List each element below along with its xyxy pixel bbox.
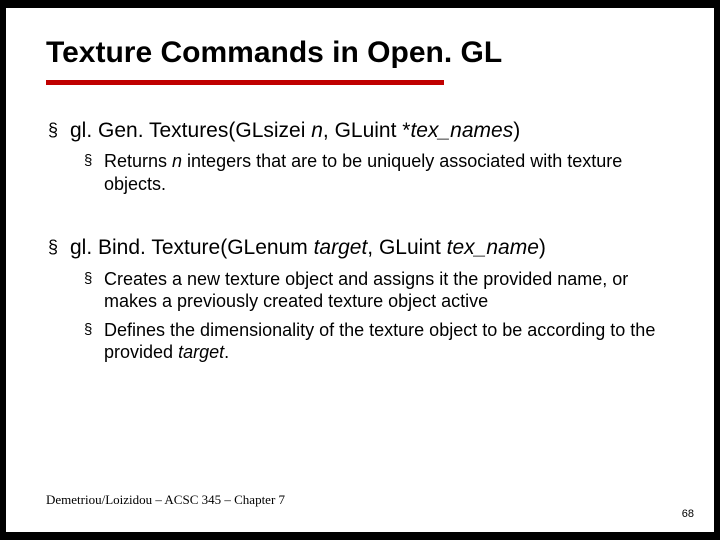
item-text: gl. Bind. Texture(GLenum target, GLuint …: [70, 235, 546, 261]
item-text: gl. Gen. Textures(GLsizei n, GLuint *tex…: [70, 118, 520, 144]
list-item: § Defines the dimensionality of the text…: [84, 319, 658, 364]
slide-title: Texture Commands in Open. GL: [46, 36, 502, 70]
bullet-icon: §: [84, 268, 104, 289]
list-item: § gl. Gen. Textures(GLsizei n, GLuint *t…: [48, 118, 658, 144]
title-underline: [46, 80, 444, 85]
item-text: Defines the dimensionality of the textur…: [104, 319, 658, 364]
list-item: § gl. Bind. Texture(GLenum target, GLuin…: [48, 235, 658, 261]
item-text: Creates a new texture object and assigns…: [104, 268, 658, 313]
spacer: [48, 197, 658, 223]
list-item: § Creates a new texture object and assig…: [84, 268, 658, 313]
page-number: 68: [682, 508, 694, 520]
list-item: § Returns n integers that are to be uniq…: [84, 150, 658, 195]
slide-content: § gl. Gen. Textures(GLsizei n, GLuint *t…: [48, 106, 658, 366]
bullet-icon: §: [48, 235, 70, 259]
item-text: Returns n integers that are to be unique…: [104, 150, 658, 195]
footer-text: Demetriou/Loizidou – ACSC 345 – Chapter …: [46, 492, 285, 508]
bullet-icon: §: [84, 319, 104, 340]
bullet-icon: §: [48, 118, 70, 142]
slide: Texture Commands in Open. GL § gl. Gen. …: [6, 8, 714, 532]
bullet-icon: §: [84, 150, 104, 171]
